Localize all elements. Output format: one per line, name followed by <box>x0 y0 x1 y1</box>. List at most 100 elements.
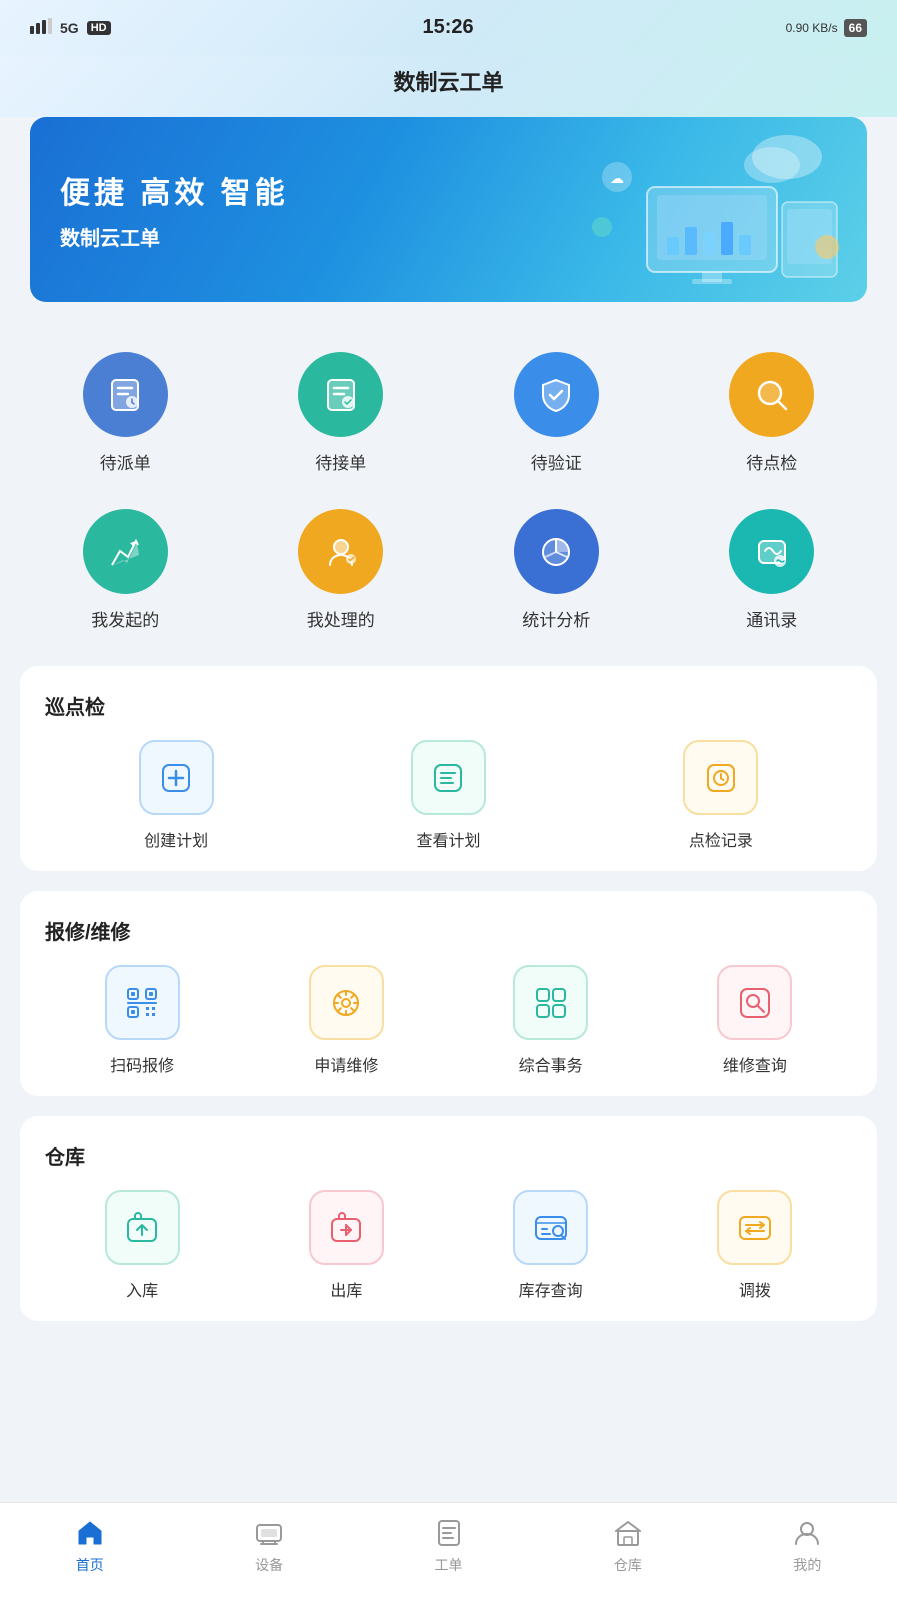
nav-devices-label: 设备 <box>255 1555 283 1575</box>
speed-indicator: 0.90 KB/s <box>786 21 838 35</box>
battery-indicator: 66 <box>844 19 867 37</box>
inspection-grid: 创建计划 查看计划 <box>45 740 852 851</box>
banner-illustration: ☁ <box>587 127 847 292</box>
create-plan-icon-box <box>139 740 214 815</box>
svg-text:☁: ☁ <box>610 170 624 186</box>
banner-tagline: 便捷 高效 智能 <box>60 168 289 212</box>
wh-query-icon-box <box>513 1190 588 1265</box>
action-pending-inspect[interactable]: 待点检 <box>667 337 878 489</box>
apply-repair-icon-box <box>309 965 384 1040</box>
view-plan-item[interactable]: 查看计划 <box>317 740 579 851</box>
status-right: 0.90 KB/s 66 <box>786 19 867 37</box>
repair-section: 报修/维修 扫码报修 <box>20 891 877 1096</box>
profile-icon <box>790 1515 825 1550</box>
hd-badge: HD <box>87 21 111 35</box>
action-contacts[interactable]: 通讯录 <box>667 494 878 646</box>
page-title: 数制云工单 <box>393 70 503 95</box>
inspect-record-icon-box <box>683 740 758 815</box>
pending-dispatch-label: 待派单 <box>100 449 151 474</box>
network-type: 5G <box>60 20 79 36</box>
banner-subtitle: 数制云工单 <box>60 222 289 251</box>
inspection-title: 巡点检 <box>45 691 852 720</box>
pending-verify-label: 待验证 <box>531 449 582 474</box>
page-header: 数制云工单 <box>0 55 897 117</box>
transfer-icon-box <box>717 1190 792 1265</box>
repair-query-icon-box <box>717 965 792 1040</box>
bottom-nav: 首页 设备 工单 仓库 <box>0 1502 897 1597</box>
scan-repair-item[interactable]: 扫码报修 <box>45 965 239 1076</box>
repair-query-label: 维修查询 <box>723 1052 787 1076</box>
pending-dispatch-icon <box>83 352 168 437</box>
nav-warehouse-label: 仓库 <box>614 1555 642 1575</box>
home-icon <box>72 1515 107 1550</box>
general-affairs-icon-box <box>513 965 588 1040</box>
action-pending-dispatch[interactable]: 待派单 <box>20 337 231 489</box>
warehouse-title: 仓库 <box>45 1141 852 1170</box>
banner-text: 便捷 高效 智能 数制云工单 <box>60 168 289 251</box>
action-my-initiated[interactable]: 我发起的 <box>20 494 231 646</box>
view-plan-label: 查看计划 <box>416 827 480 851</box>
wh-out-icon-box <box>309 1190 384 1265</box>
transfer-label: 调拨 <box>739 1277 771 1301</box>
wh-in-label: 入库 <box>126 1277 158 1301</box>
nav-workorder[interactable]: 工单 <box>359 1515 538 1575</box>
workorder-icon <box>431 1515 466 1550</box>
warehouse-in-item[interactable]: 入库 <box>45 1190 239 1301</box>
pending-accept-label: 待接单 <box>315 449 366 474</box>
warehouse-grid: 入库 出库 <box>45 1190 852 1301</box>
create-plan-item[interactable]: 创建计划 <box>45 740 307 851</box>
action-pending-verify[interactable]: 待验证 <box>451 337 662 489</box>
pending-verify-icon <box>514 352 599 437</box>
nav-devices[interactable]: 设备 <box>179 1515 358 1575</box>
repair-grid: 扫码报修 申请维修 <box>45 965 852 1076</box>
view-plan-icon-box <box>411 740 486 815</box>
my-initiated-icon <box>83 509 168 594</box>
status-left: 5G HD <box>30 18 111 37</box>
pending-inspect-icon <box>729 352 814 437</box>
scan-repair-icon-box <box>105 965 180 1040</box>
contacts-icon <box>729 509 814 594</box>
status-bar: 5G HD 15:26 0.90 KB/s 66 <box>0 0 897 55</box>
action-my-handled[interactable]: 我处理的 <box>236 494 447 646</box>
time-display: 15:26 <box>423 16 474 39</box>
banner: 便捷 高效 智能 数制云工单 ☁ <box>30 117 867 302</box>
nav-workorder-label: 工单 <box>435 1555 463 1575</box>
nav-profile[interactable]: 我的 <box>718 1515 897 1575</box>
create-plan-label: 创建计划 <box>144 827 208 851</box>
action-stats[interactable]: 统计分析 <box>451 494 662 646</box>
stats-icon <box>514 509 599 594</box>
wh-in-icon-box <box>105 1190 180 1265</box>
scan-repair-label: 扫码报修 <box>110 1052 174 1076</box>
action-pending-accept[interactable]: 待接单 <box>236 337 447 489</box>
pending-inspect-label: 待点检 <box>746 449 797 474</box>
general-affairs-item[interactable]: 综合事务 <box>454 965 648 1076</box>
transfer-item[interactable]: 调拨 <box>658 1190 852 1301</box>
general-affairs-label: 综合事务 <box>519 1052 583 1076</box>
devices-icon <box>252 1515 287 1550</box>
inspect-record-item[interactable]: 点检记录 <box>590 740 852 851</box>
nav-warehouse[interactable]: 仓库 <box>538 1515 717 1575</box>
my-initiated-label: 我发起的 <box>91 606 159 631</box>
contacts-label: 通讯录 <box>746 606 797 631</box>
pending-accept-icon <box>298 352 383 437</box>
apply-repair-label: 申请维修 <box>314 1052 378 1076</box>
my-handled-icon <box>298 509 383 594</box>
repair-title: 报修/维修 <box>45 916 852 945</box>
warehouse-nav-icon <box>610 1515 645 1550</box>
inspection-section: 巡点检 创建计划 查看计 <box>20 666 877 871</box>
signal-icon <box>30 18 52 37</box>
wh-out-label: 出库 <box>330 1277 362 1301</box>
stats-label: 统计分析 <box>522 606 590 631</box>
wh-query-label: 库存查询 <box>519 1277 583 1301</box>
nav-profile-label: 我的 <box>793 1555 821 1575</box>
nav-home-label: 首页 <box>76 1555 104 1575</box>
apply-repair-item[interactable]: 申请维修 <box>249 965 443 1076</box>
warehouse-query-item[interactable]: 库存查询 <box>454 1190 648 1301</box>
warehouse-section: 仓库 入库 <box>20 1116 877 1321</box>
quick-actions-grid: 待派单 待接单 待验证 <box>0 327 897 666</box>
warehouse-out-item[interactable]: 出库 <box>249 1190 443 1301</box>
my-handled-label: 我处理的 <box>307 606 375 631</box>
inspect-record-label: 点检记录 <box>689 827 753 851</box>
repair-query-item[interactable]: 维修查询 <box>658 965 852 1076</box>
nav-home[interactable]: 首页 <box>0 1515 179 1575</box>
